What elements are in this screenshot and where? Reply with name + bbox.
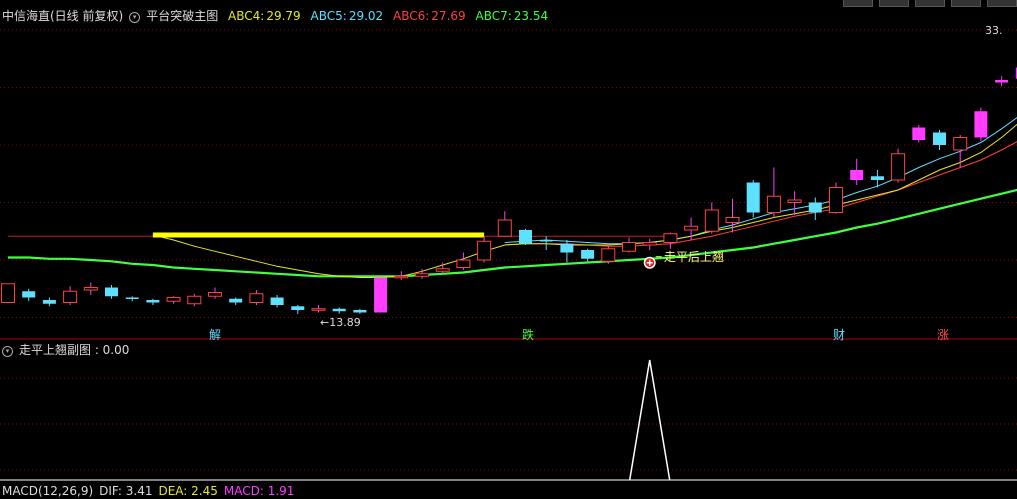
signal-text: 走平后上翘 bbox=[664, 250, 725, 264]
macd-panel-header: MACD(12,26,9) DIF: 3.41 DEA: 2.45 MACD: 1.9… bbox=[2, 483, 300, 499]
low-price-note: ←13.89 bbox=[320, 316, 361, 329]
candle-up bbox=[622, 242, 636, 252]
candle-up bbox=[394, 275, 409, 279]
candle-up bbox=[766, 195, 781, 213]
indicator-menu-icon[interactable]: ▾ bbox=[129, 12, 141, 23]
candle-up bbox=[166, 297, 181, 302]
toolbar-button[interactable] bbox=[915, 0, 945, 7]
candle-down bbox=[560, 243, 574, 253]
abc4-value: 29.79 bbox=[266, 9, 301, 23]
macd-value: MACD: 1.91 bbox=[223, 484, 295, 498]
toolbar-button[interactable] bbox=[951, 0, 981, 7]
candle-down bbox=[581, 250, 595, 259]
candle-up bbox=[63, 290, 78, 303]
candle-up bbox=[829, 187, 843, 213]
abc6-label: ABC6: bbox=[393, 9, 430, 23]
abc7-label: ABC7: bbox=[475, 9, 512, 23]
candle-up bbox=[850, 170, 864, 180]
main-panel-header: 中信海直(日线 前复权) ▾ 平台突破主图 ABC4: 29.79 ABC5: 29.0… bbox=[2, 8, 554, 24]
candle-up bbox=[477, 240, 492, 261]
candle-up bbox=[912, 127, 926, 140]
ma5-line bbox=[504, 117, 1017, 245]
bottom-label-jie: 解 bbox=[209, 328, 222, 342]
candle-up bbox=[974, 111, 988, 138]
candle-up bbox=[187, 295, 202, 305]
chart-canvas bbox=[0, 29, 1017, 481]
toolbar-button[interactable] bbox=[879, 0, 909, 7]
candle-up bbox=[663, 233, 678, 243]
candle-down bbox=[22, 291, 36, 298]
macd-dea: DEA: 2.45 bbox=[158, 484, 218, 498]
candle-down bbox=[746, 182, 760, 213]
candle-down bbox=[105, 287, 118, 297]
sub-panel-menu-icon[interactable]: ▾ bbox=[2, 346, 13, 357]
abc5-label: ABC5: bbox=[310, 9, 347, 23]
candle-up bbox=[725, 217, 740, 223]
abc6-value: 27.69 bbox=[431, 9, 466, 23]
abc4-label: ABC4: bbox=[228, 9, 265, 23]
candle-up bbox=[311, 308, 326, 311]
candle-up bbox=[415, 273, 429, 277]
candle-down bbox=[42, 300, 56, 304]
stock-label: 中信海直(日线 前复权) bbox=[2, 9, 124, 23]
candle-down bbox=[291, 306, 305, 310]
candle-up bbox=[995, 80, 1009, 83]
candle-up bbox=[456, 259, 471, 268]
high-price-note: 33. bbox=[985, 24, 1003, 37]
toolbar-button[interactable] bbox=[987, 0, 1017, 7]
bottom-label-zhang: 涨 bbox=[937, 328, 950, 342]
bottom-label-die: 跌 bbox=[522, 328, 535, 342]
candle-up bbox=[374, 277, 388, 313]
candle-down bbox=[870, 176, 884, 180]
candle-down bbox=[519, 230, 532, 244]
candle-up bbox=[435, 268, 450, 272]
candle-up bbox=[684, 225, 699, 231]
sub-panel-title: 走平上翘副图 : 0.00 bbox=[19, 343, 130, 357]
candle-up bbox=[208, 292, 222, 297]
subchart-spike bbox=[628, 359, 671, 481]
bottom-label-cai: 财 bbox=[833, 328, 846, 342]
candle-down bbox=[229, 298, 243, 303]
candle-down bbox=[125, 297, 139, 299]
candle-down bbox=[808, 202, 822, 213]
candle-up bbox=[787, 199, 802, 203]
sub-panel-header: ▾ 走平上翘副图 : 0.00 bbox=[2, 342, 135, 358]
abc7-value: 23.54 bbox=[513, 9, 549, 23]
indicator-name[interactable]: 平台突破主图 bbox=[146, 9, 218, 23]
abc5-value: 29.02 bbox=[348, 9, 384, 23]
candle-up bbox=[601, 248, 616, 262]
candle-down bbox=[353, 310, 367, 313]
toolbar-button[interactable] bbox=[843, 0, 873, 7]
candle-up bbox=[891, 153, 906, 181]
candle-up bbox=[642, 242, 657, 246]
candle-down bbox=[270, 297, 284, 305]
candle-down bbox=[933, 132, 946, 145]
candle-down bbox=[539, 240, 553, 242]
candle-down bbox=[146, 300, 160, 303]
candle-up bbox=[497, 219, 512, 237]
candle-up bbox=[83, 287, 98, 291]
candle-up bbox=[953, 137, 968, 151]
candle-up bbox=[704, 209, 719, 232]
macd-title: MACD(12,26,9) bbox=[2, 484, 94, 498]
candle-up bbox=[249, 293, 264, 303]
candle-up bbox=[1, 283, 15, 303]
toolbar-strip[interactable] bbox=[843, 0, 1017, 7]
candle-down bbox=[332, 308, 346, 312]
macd-dif: DIF: 3.41 bbox=[99, 484, 153, 498]
